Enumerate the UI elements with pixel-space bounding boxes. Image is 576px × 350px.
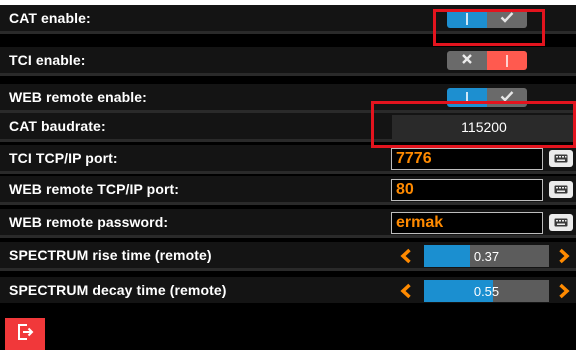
exit-button[interactable]	[5, 318, 45, 350]
chevron-left-icon[interactable]	[395, 245, 417, 267]
spectrum-decay-label: SPECTRUM decay time (remote)	[9, 282, 227, 298]
check-icon	[500, 10, 514, 28]
keyboard-icon[interactable]	[549, 150, 573, 167]
cat-enable-label: CAT enable:	[9, 10, 91, 26]
setting-row-web-port: WEB remote TCP/IP port: 80	[0, 176, 576, 202]
web-remote-enable-label: WEB remote enable:	[9, 89, 147, 105]
chevron-right-icon[interactable]	[553, 280, 575, 302]
tci-enable-toggle[interactable]	[447, 51, 527, 70]
web-port-input[interactable]: 80	[391, 179, 543, 201]
setting-row-spectrum-decay: SPECTRUM decay time (remote) 0.55	[0, 277, 576, 303]
cat-baudrate-select[interactable]: 115200	[392, 115, 576, 139]
check-icon	[500, 89, 514, 107]
cat-enable-toggle[interactable]	[447, 9, 527, 28]
spectrum-rise-label: SPECTRUM rise time (remote)	[9, 247, 212, 263]
web-remote-enable-toggle[interactable]	[447, 88, 527, 107]
spectrum-decay-slider[interactable]: 0.55	[424, 280, 549, 302]
cat-baudrate-value: 115200	[461, 119, 507, 135]
setting-row-tci-enable: TCI enable:	[0, 47, 576, 73]
spectrum-decay-value: 0.55	[473, 283, 500, 299]
spectrum-rise-value: 0.37	[473, 248, 500, 264]
setting-row-web-password: WEB remote password: ermak	[0, 209, 576, 235]
keyboard-icon[interactable]	[549, 214, 573, 231]
tci-port-input[interactable]: 7776	[391, 148, 543, 170]
keyboard-icon[interactable]	[549, 181, 573, 198]
chevron-right-icon[interactable]	[553, 245, 575, 267]
setting-row-tci-port: TCI TCP/IP port: 7776	[0, 145, 576, 171]
web-port-label: WEB remote TCP/IP port:	[9, 181, 180, 197]
spectrum-rise-slider[interactable]: 0.37	[424, 245, 549, 267]
exit-icon	[16, 323, 34, 346]
setting-row-spectrum-rise: SPECTRUM rise time (remote) 0.37	[0, 242, 576, 268]
setting-row-cat-enable: CAT enable:	[0, 5, 576, 31]
cat-baudrate-label: CAT baudrate:	[9, 118, 106, 134]
chevron-left-icon[interactable]	[395, 280, 417, 302]
setting-row-web-remote-enable: WEB remote enable:	[0, 84, 576, 110]
x-icon	[461, 52, 473, 70]
setting-row-cat-baudrate: CAT baudrate: 115200	[0, 113, 576, 139]
tci-port-label: TCI TCP/IP port:	[9, 150, 118, 166]
web-password-input[interactable]: ermak	[391, 212, 543, 234]
web-password-label: WEB remote password:	[9, 214, 169, 230]
tci-enable-label: TCI enable:	[9, 52, 86, 68]
